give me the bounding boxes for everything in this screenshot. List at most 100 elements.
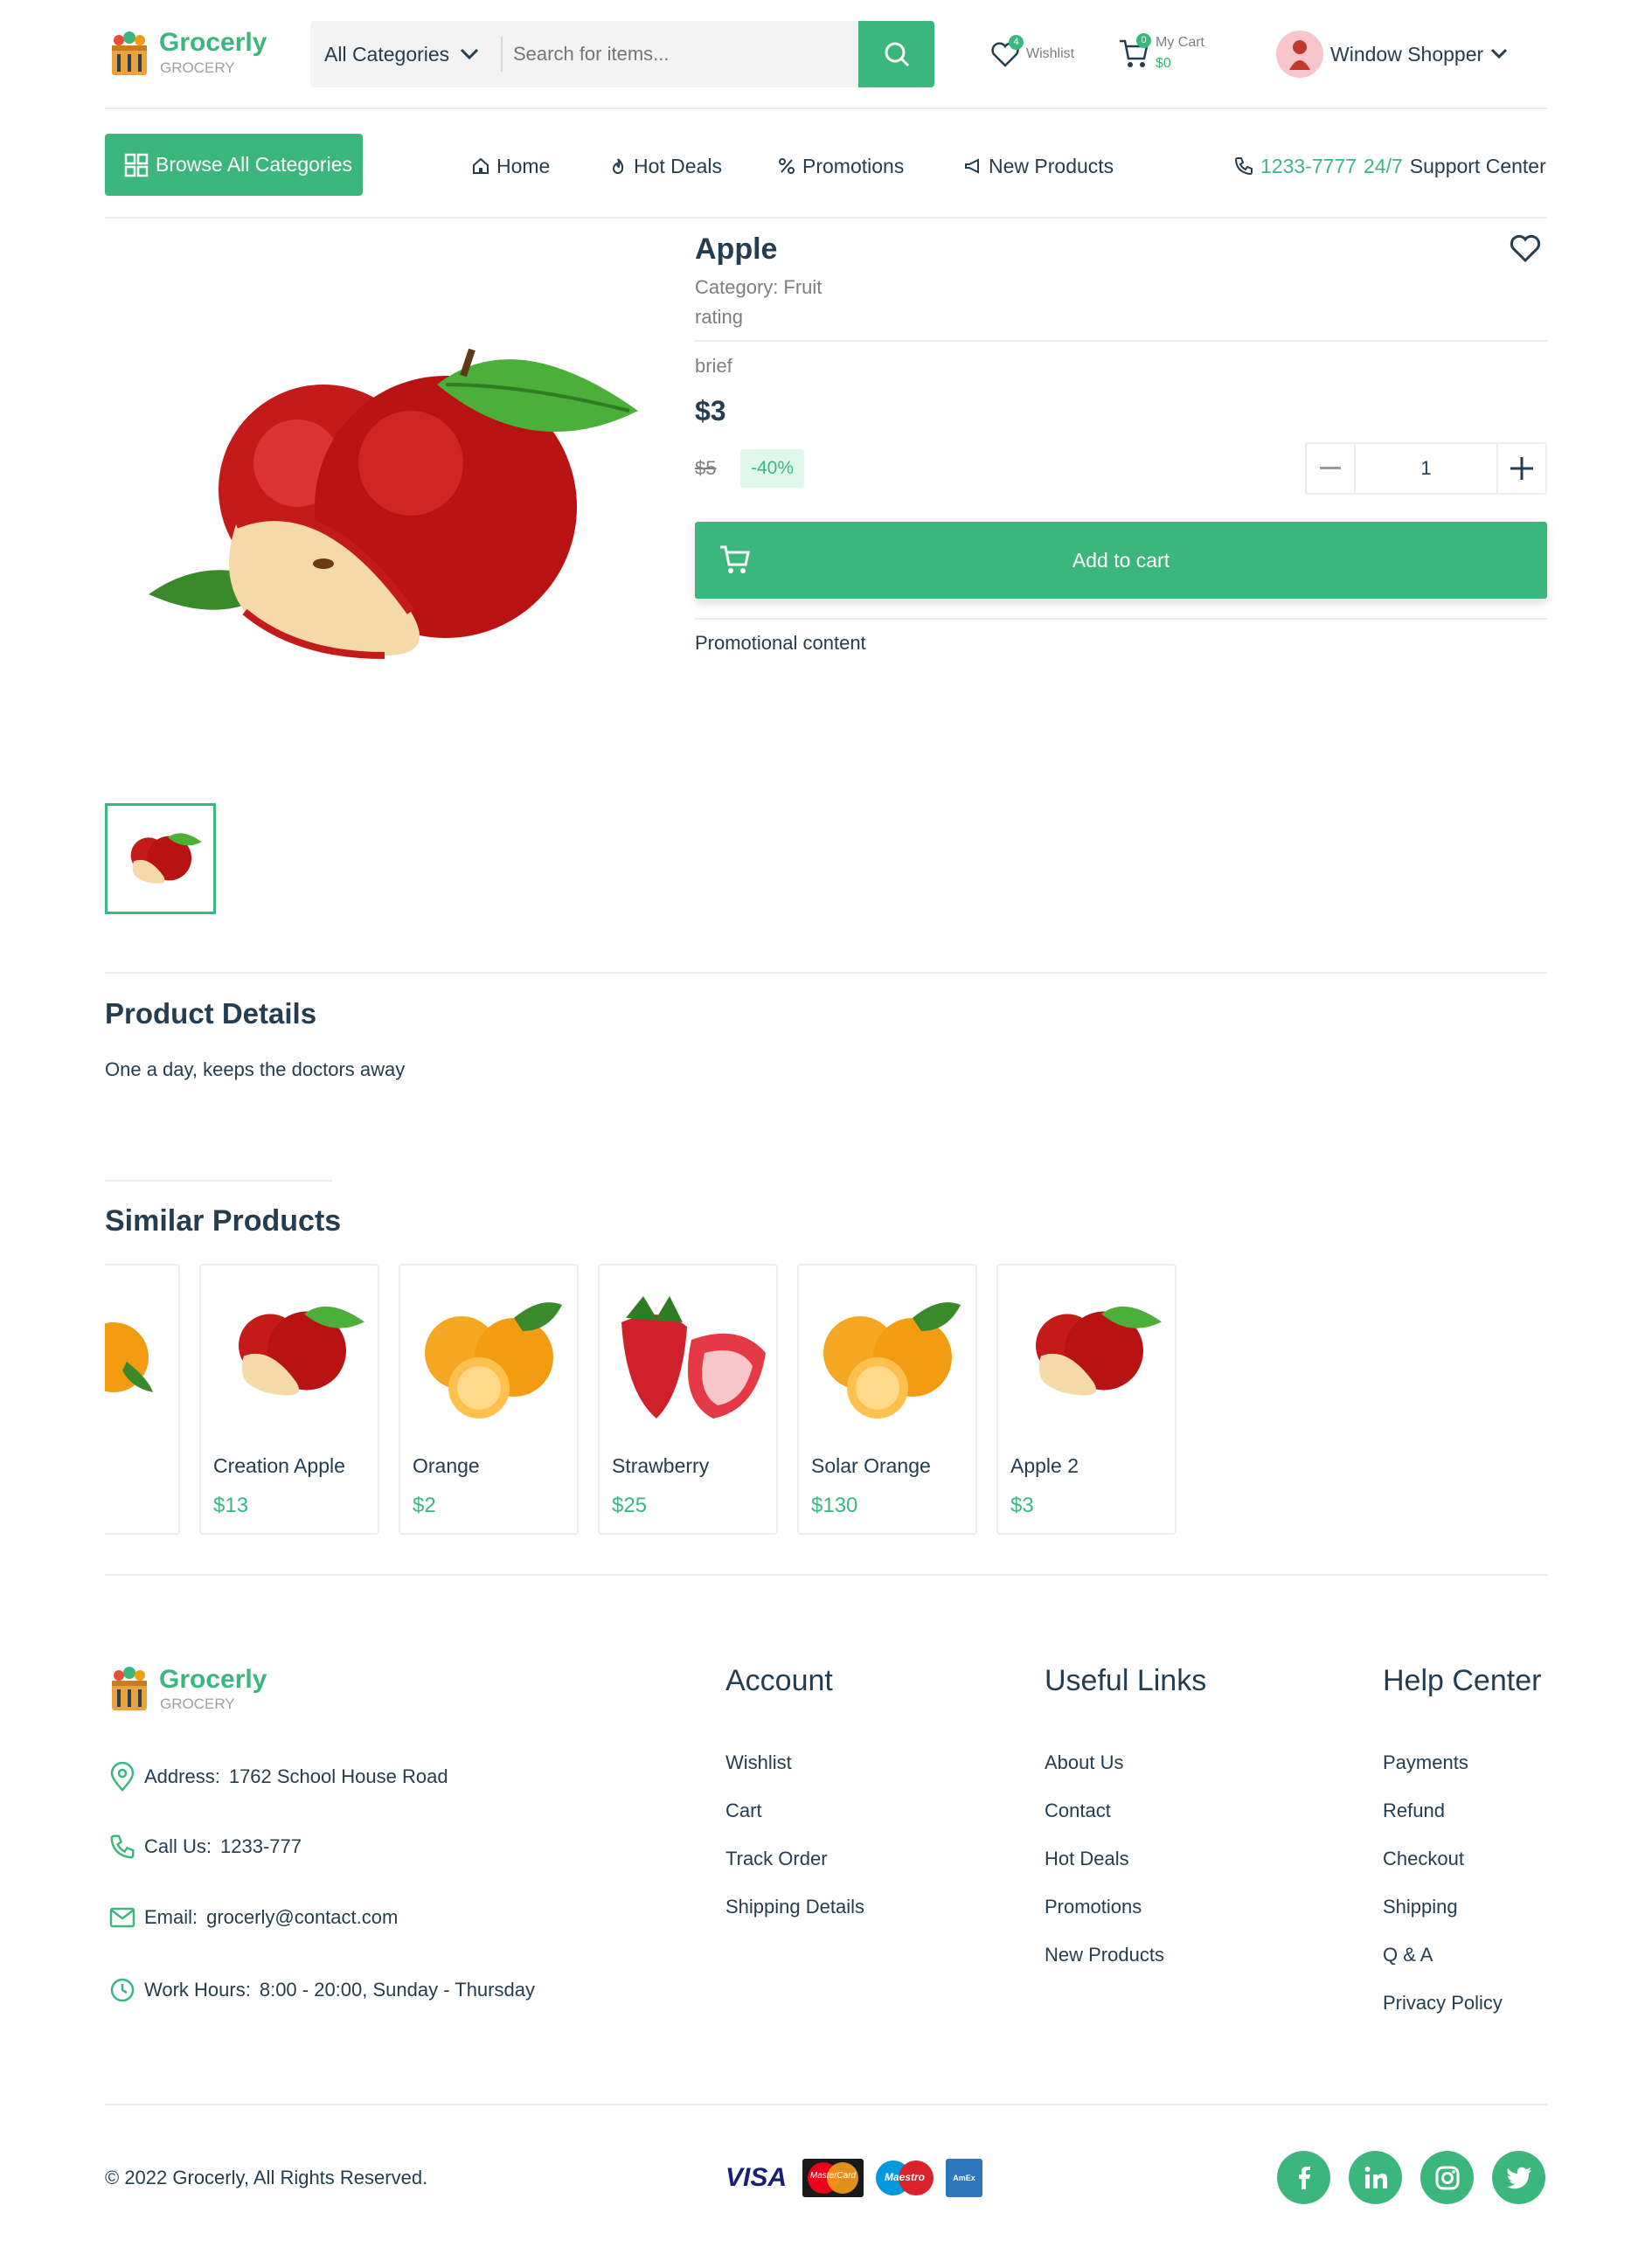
cart-link[interactable]: 0 My Cart $0 xyxy=(1117,31,1231,79)
linkedin-link[interactable] xyxy=(1349,2151,1402,2204)
search-input[interactable] xyxy=(513,21,845,87)
nav-item-new-products[interactable]: New Products xyxy=(964,149,1114,184)
quantity-value[interactable]: 1 xyxy=(1356,444,1496,493)
footer-brand-logo[interactable]: Grocerly GROCERY xyxy=(105,1663,280,1717)
product-card[interactable]: Apple 2 $3 xyxy=(996,1264,1177,1535)
footer-useful-links-title: Useful Links xyxy=(1045,1664,1207,1697)
support-label: Support Center xyxy=(1409,154,1546,177)
product-rating: rating xyxy=(695,306,744,328)
footer-link-about-us[interactable]: About Us xyxy=(1045,1751,1124,1774)
footer-email-label: Email: xyxy=(144,1906,198,1928)
footer-link-privacy-policy[interactable]: Privacy Policy xyxy=(1383,1992,1503,2015)
footer-call-label: Call Us: xyxy=(144,1835,212,1857)
footer-link-shipping-details[interactable]: Shipping Details xyxy=(725,1896,864,1918)
apple-image xyxy=(1036,1306,1162,1396)
product-thumbnail[interactable] xyxy=(105,803,216,914)
footer-link-shipping[interactable]: Shipping xyxy=(1383,1896,1458,1918)
footer-link-cart[interactable]: Cart xyxy=(725,1800,762,1822)
wishlist-link[interactable]: 4 Wishlist xyxy=(989,35,1074,73)
nav-item-label: Hot Deals xyxy=(634,154,722,177)
nav-item-hot-deals[interactable]: Hot Deals xyxy=(609,149,722,184)
category-select[interactable]: All Categories xyxy=(310,21,503,87)
increase-button[interactable] xyxy=(1496,444,1545,493)
amex-logo: AmEx xyxy=(946,2159,982,2197)
footer-link-wishlist[interactable]: Wishlist xyxy=(725,1751,792,1774)
product-card[interactable]: Creation Apple $13 xyxy=(199,1264,379,1535)
apple-image xyxy=(239,1306,364,1396)
phone-icon xyxy=(1234,157,1253,176)
product-card[interactable]: Strawberry $25 xyxy=(598,1264,778,1535)
nav-item-home[interactable]: Home xyxy=(472,149,550,184)
support-center[interactable]: 1233-7777 24/7 Support Center xyxy=(1234,149,1546,184)
footer-link-contact[interactable]: Contact xyxy=(1045,1800,1111,1822)
product-card-price: $13 xyxy=(213,1494,249,1517)
nav-item-label: Promotions xyxy=(802,154,905,177)
phone-icon xyxy=(110,1834,135,1859)
brand-logo[interactable]: Grocerly GROCERY xyxy=(105,26,280,80)
decrease-button[interactable] xyxy=(1307,444,1356,493)
footer-email-value: grocerly@contact.com xyxy=(206,1906,399,1928)
footer-link-checkout[interactable]: Checkout xyxy=(1383,1848,1464,1870)
add-to-cart-label: Add to cart xyxy=(1072,549,1170,572)
chevron-down-icon xyxy=(1491,48,1508,59)
footer-call: Call Us: 1233-777 xyxy=(109,1834,302,1860)
product-card-price: $2 xyxy=(413,1494,436,1517)
product-details-text: One a day, keeps the doctors away xyxy=(105,1058,406,1080)
nav-item-label: New Products xyxy=(989,154,1114,177)
cart-total: $0 xyxy=(1156,56,1171,71)
chevron-down-icon xyxy=(461,48,479,60)
apple-image xyxy=(130,833,202,884)
footer-link-payments[interactable]: Payments xyxy=(1383,1751,1468,1774)
details-divider xyxy=(105,972,1547,974)
discount-badge: -40% xyxy=(740,449,805,488)
fire-icon xyxy=(612,158,624,174)
category-select-value: All Categories xyxy=(324,42,450,66)
plus-icon xyxy=(1510,457,1533,480)
footer-link-qa[interactable]: Q & A xyxy=(1383,1944,1433,1966)
facebook-link[interactable] xyxy=(1277,2151,1330,2204)
footer-email: Email: grocerly@contact.com xyxy=(109,1906,398,1929)
product-card-name: Creation Apple xyxy=(213,1454,345,1477)
product-card-price: $25 xyxy=(612,1494,648,1517)
nav-divider xyxy=(105,217,1547,218)
mail-icon xyxy=(109,1907,135,1928)
search-divider xyxy=(501,37,503,72)
brand-name: Grocerly xyxy=(159,28,267,57)
footer-link-refund[interactable]: Refund xyxy=(1383,1800,1445,1822)
product-card[interactable]: Orange $2 xyxy=(399,1264,579,1535)
product-card[interactable]: Solar Orange $130 xyxy=(797,1264,977,1535)
heart-icon[interactable] xyxy=(1510,234,1541,264)
wishlist-count-badge: 4 xyxy=(1009,35,1024,50)
footer-link-new-products[interactable]: New Products xyxy=(1045,1944,1164,1966)
footer-divider-bottom xyxy=(105,2104,1547,2105)
quantity-stepper: 1 xyxy=(1305,442,1547,495)
footer-link-hot-deals[interactable]: Hot Deals xyxy=(1045,1848,1129,1870)
search-button[interactable] xyxy=(858,21,934,87)
product-details-title: Product Details xyxy=(105,997,317,1030)
mastercard-logo: MasterCard xyxy=(802,2159,864,2197)
avatar xyxy=(1276,31,1323,78)
footer-link-promotions[interactable]: Promotions xyxy=(1045,1896,1142,1918)
user-menu[interactable]: Window Shopper xyxy=(1276,30,1508,79)
percent-icon xyxy=(779,158,795,174)
wishlist-label: Wishlist xyxy=(1026,46,1075,61)
similar-products-title: Similar Products xyxy=(105,1204,342,1238)
footer-link-track-order[interactable]: Track Order xyxy=(725,1848,828,1870)
cart-label: My Cart xyxy=(1156,35,1204,50)
promotional-content: Promotional content xyxy=(695,632,866,654)
facebook-icon xyxy=(1298,2166,1310,2189)
amex-label: AmEx xyxy=(953,2174,975,2182)
product-old-price: $5 xyxy=(695,457,717,479)
footer-hours: Work Hours: 8:00 - 20:00, Sunday - Thurs… xyxy=(109,1977,535,2003)
product-card-partial[interactable] xyxy=(105,1264,180,1535)
grid-icon xyxy=(124,153,149,177)
support-hours: 24/7 xyxy=(1364,154,1403,177)
footer-address: Address: 1762 School House Road xyxy=(109,1762,448,1792)
add-to-cart-button[interactable]: Add to cart xyxy=(695,522,1547,599)
header-divider xyxy=(105,107,1547,109)
instagram-link[interactable] xyxy=(1420,2151,1474,2204)
footer-call-value: 1233-777 xyxy=(220,1835,302,1857)
nav-item-promotions[interactable]: Promotions xyxy=(778,149,904,184)
twitter-link[interactable] xyxy=(1492,2151,1545,2204)
browse-categories-button[interactable]: Browse All Categories xyxy=(105,134,363,196)
